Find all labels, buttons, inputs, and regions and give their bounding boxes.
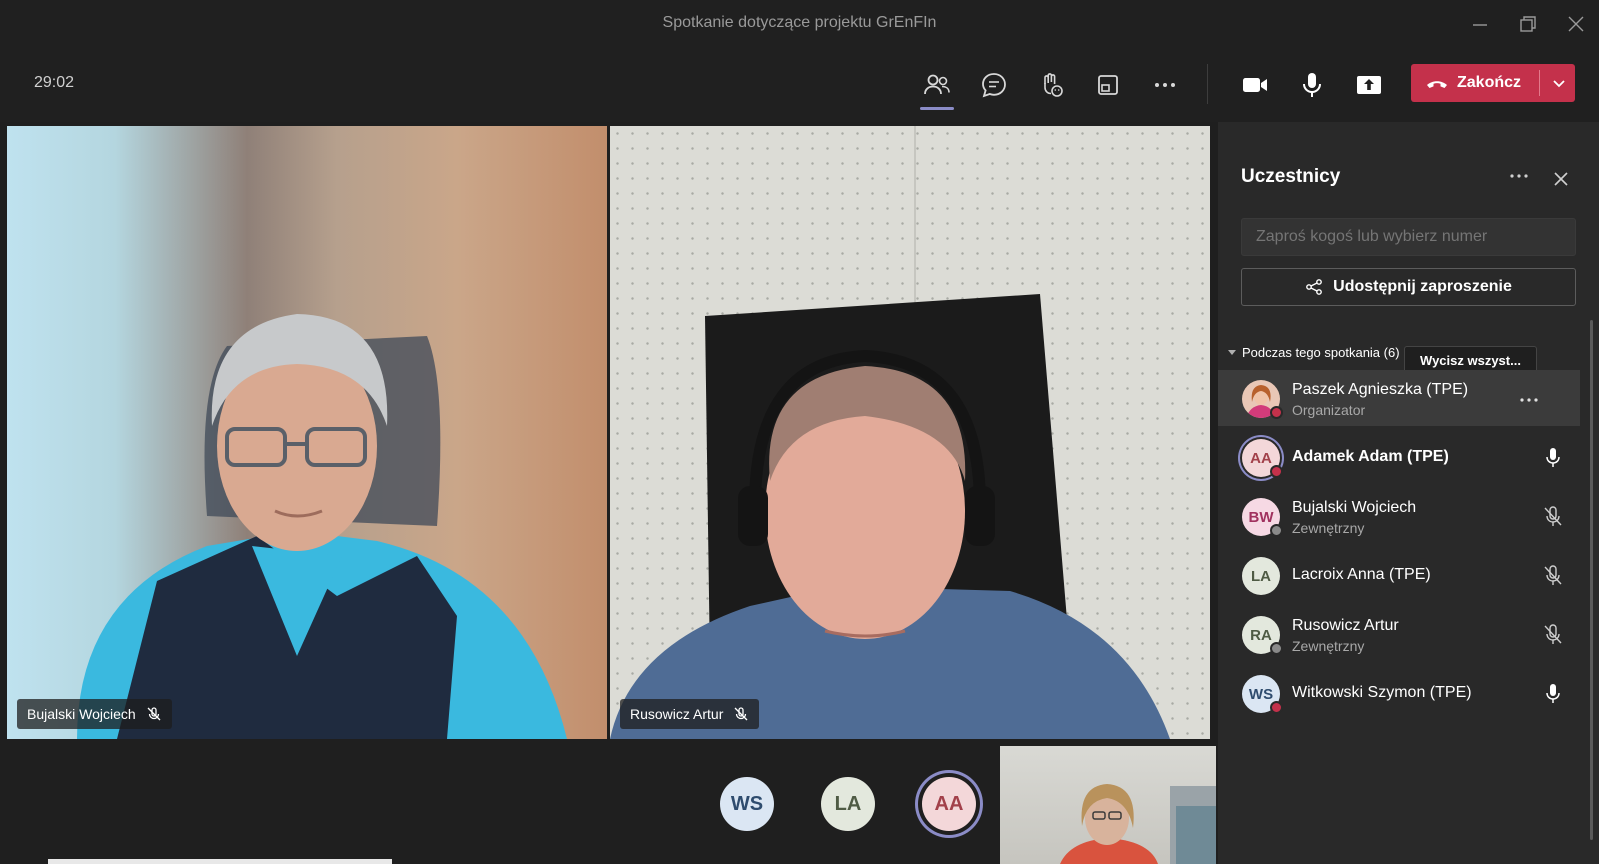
participant-name: Lacroix Anna (TPE) (1292, 566, 1431, 583)
panel-title: Uczestnicy (1241, 166, 1341, 187)
presence-offline-icon (1270, 524, 1283, 537)
mic-off-icon (147, 707, 161, 721)
share-icon (1306, 279, 1323, 295)
participants-button[interactable] (920, 68, 954, 110)
close-window-icon[interactable] (1566, 14, 1586, 34)
presence-busy-icon (1270, 465, 1283, 478)
participant-role: Zewnętrzny (1292, 638, 1365, 654)
strip-avatar-ws[interactable]: WS (720, 777, 774, 831)
chevron-down-icon[interactable] (1551, 75, 1567, 91)
avatar-initials: WS (730, 792, 764, 815)
participant-video-image (610, 126, 1170, 739)
tile-participant-name: Rusowicz Artur (630, 706, 724, 722)
share-invite-button[interactable]: Udostępnij zaproszenie (1241, 268, 1576, 306)
layout-icon (1098, 75, 1118, 95)
more-icon (1155, 83, 1175, 87)
microphone-button[interactable] (1295, 68, 1329, 102)
strip-avatar-aa-speaking[interactable]: AA (922, 777, 976, 831)
microphone-icon (1303, 73, 1321, 97)
avatar: RA (1242, 616, 1283, 655)
camera-button[interactable] (1238, 68, 1272, 102)
section-header[interactable]: Podczas tego spotkania (6) (1228, 344, 1408, 362)
meeting-timer: 29:02 (34, 74, 75, 91)
avatar-initials: LA (1251, 567, 1271, 585)
participant-role: Zewnętrzny (1292, 520, 1365, 536)
participant-video-image (77, 314, 567, 739)
participant-row[interactable]: LA Lacroix Anna (TPE) (1218, 547, 1580, 603)
layout-button[interactable] (1091, 68, 1125, 102)
invite-input[interactable] (1241, 218, 1576, 256)
window-title-bar: Spotkanie dotyczące projektu GrEnFIn (0, 0, 1599, 48)
toolbar-divider (1207, 64, 1208, 104)
reactions-button[interactable] (1034, 68, 1068, 102)
chat-button[interactable] (977, 68, 1011, 102)
participant-name: Adamek Adam (TPE) (1292, 448, 1449, 465)
participant-role: Organizator (1292, 402, 1366, 418)
avatar-initials: AA (1250, 449, 1272, 467)
tile-name-label: Bujalski Wojciech (17, 699, 172, 729)
participant-row[interactable]: WS Witkowski Szymon (TPE) (1218, 665, 1580, 721)
mic-off-icon (1544, 506, 1562, 526)
strip-avatar-la[interactable]: LA (821, 777, 875, 831)
mic-off-icon (734, 707, 748, 721)
mic-off-icon (1544, 624, 1562, 644)
avatar: WS (1242, 675, 1283, 714)
participant-name: Witkowski Szymon (TPE) (1292, 684, 1472, 701)
restore-icon[interactable] (1518, 14, 1538, 34)
hang-up-icon (1427, 81, 1447, 88)
end-call-divider (1539, 70, 1540, 96)
close-panel-icon[interactable] (1552, 170, 1570, 188)
tile-participant-name: Bujalski Wojciech (27, 706, 136, 722)
end-call-label: Zakończ (1457, 74, 1522, 91)
participant-row[interactable]: BW Bujalski Wojciech Zewnętrzny (1218, 488, 1580, 544)
participants-panel: Uczestnicy Udostępnij zaproszenie Podcza… (1218, 122, 1599, 864)
video-tile-bujalski[interactable]: Bujalski Wojciech (7, 126, 607, 739)
video-tile-rusowicz[interactable]: Rusowicz Artur (610, 126, 1210, 739)
chat-icon (982, 73, 1006, 98)
presence-offline-icon (1270, 642, 1283, 655)
mic-on-icon (1546, 448, 1560, 467)
self-view-video[interactable] (1000, 746, 1216, 864)
raise-hand-icon (1044, 73, 1063, 97)
window-title: Spotkanie dotyczące projektu GrEnFIn (662, 14, 937, 31)
row-more-icon[interactable] (1518, 391, 1540, 409)
presence-busy-icon (1270, 406, 1283, 419)
taskbar-strip (48, 859, 392, 864)
more-actions-button[interactable] (1148, 68, 1182, 102)
people-icon (924, 74, 950, 95)
end-call-button[interactable]: Zakończ (1411, 64, 1575, 102)
participant-row[interactable]: RA Rusowicz Artur Zewnętrzny (1218, 606, 1580, 662)
participant-row[interactable]: AA Adamek Adam (TPE) (1218, 429, 1580, 485)
participant-row[interactable]: Paszek Agnieszka (TPE) Organizator (1218, 370, 1580, 426)
avatar: BW (1242, 498, 1283, 537)
avatar-initials: AA (934, 792, 964, 815)
meeting-toolbar: 29:02 Zakończ (0, 48, 1599, 122)
panel-scrollbar[interactable] (1590, 320, 1593, 840)
self-view-image (1060, 784, 1216, 864)
participant-name: Rusowicz Artur (1292, 617, 1399, 634)
share-screen-icon (1357, 76, 1381, 94)
avatar: AA (1242, 439, 1283, 478)
minimize-icon[interactable] (1470, 14, 1490, 34)
participant-name: Paszek Agnieszka (TPE) (1292, 381, 1469, 398)
avatar-photo (1242, 380, 1283, 419)
avatar-initials: BW (1248, 508, 1274, 526)
tile-name-label: Rusowicz Artur (620, 699, 760, 729)
presence-busy-icon (1270, 701, 1283, 714)
avatar-initials: WS (1248, 685, 1274, 703)
avatar-initials: LA (834, 792, 862, 815)
avatar-initials: RA (1250, 626, 1272, 644)
collapse-triangle-icon (1228, 350, 1236, 355)
share-screen-button[interactable] (1352, 68, 1386, 102)
camera-icon (1243, 78, 1267, 92)
mic-on-icon (1546, 684, 1560, 703)
panel-more-icon[interactable] (1508, 168, 1530, 184)
avatar: LA (1242, 557, 1280, 595)
section-label: Podczas tego spotkania (6) (1242, 345, 1400, 360)
mic-off-icon (1544, 565, 1562, 585)
share-invite-label: Udostępnij zaproszenie (1333, 278, 1512, 295)
participant-name: Bujalski Wojciech (1292, 499, 1417, 516)
